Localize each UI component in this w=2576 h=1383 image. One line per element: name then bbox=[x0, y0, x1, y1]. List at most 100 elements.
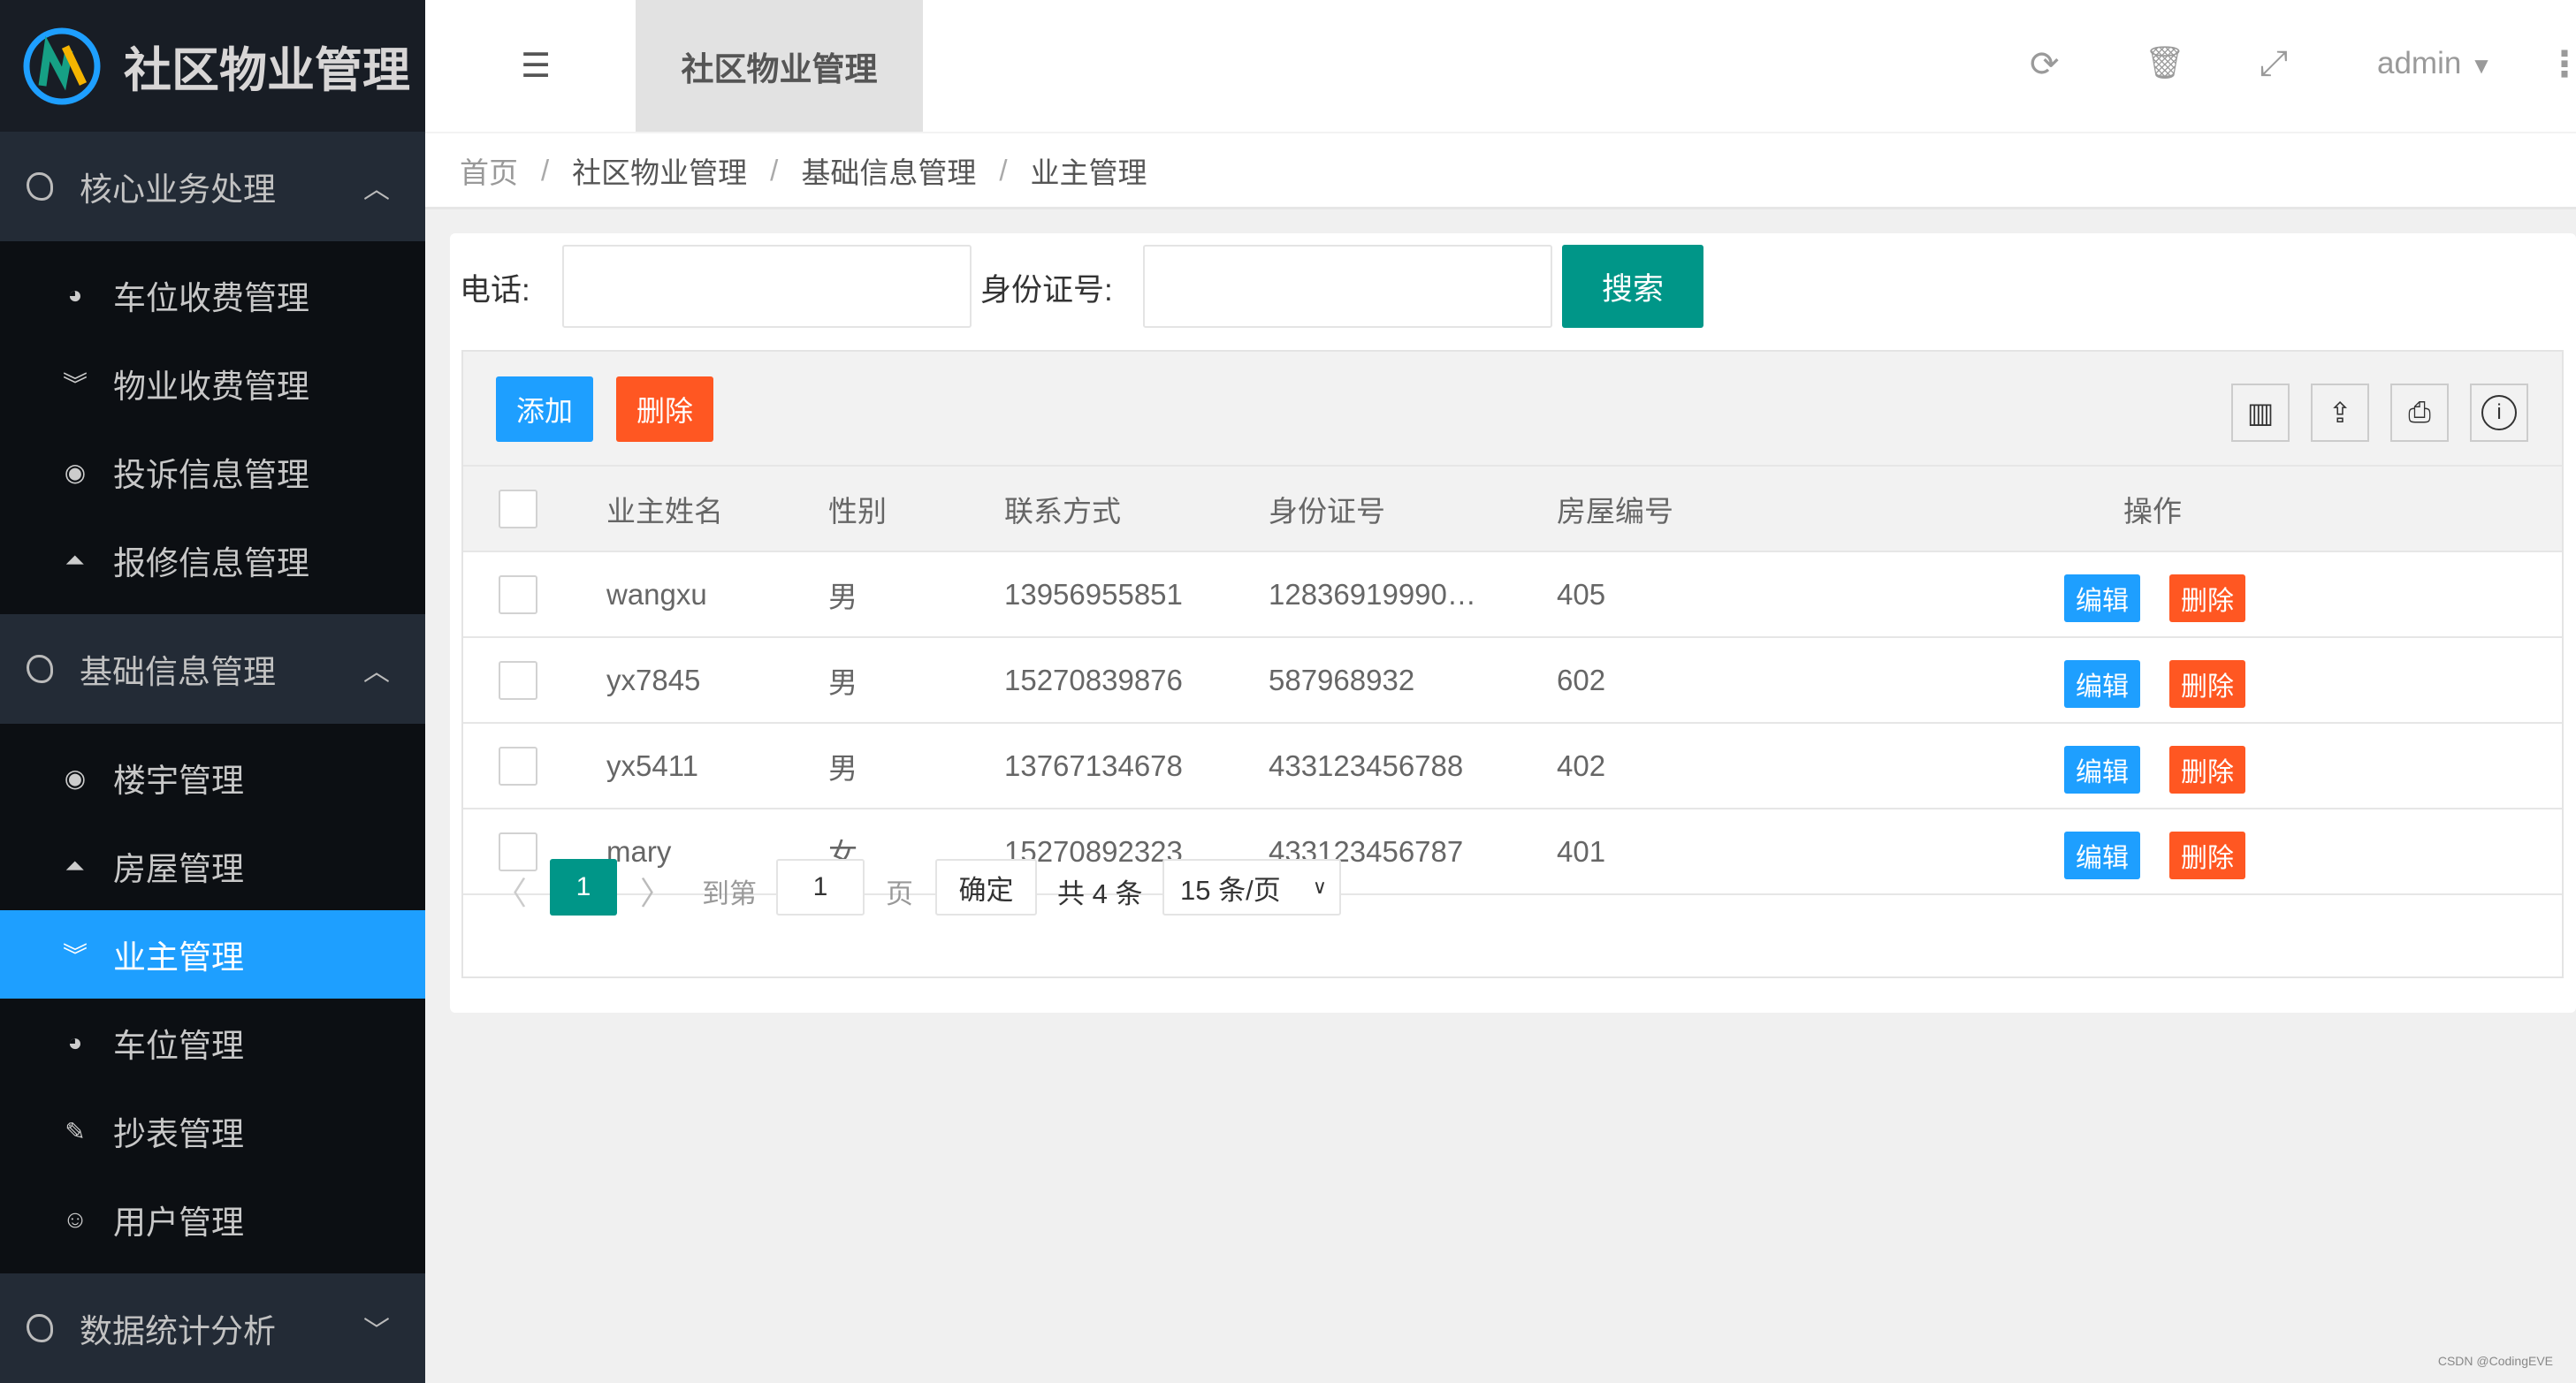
edit-icon: ✎ bbox=[65, 1117, 86, 1145]
menu-collapse-icon[interactable]: ☰ bbox=[521, 46, 551, 86]
phone: 13956955851 bbox=[1004, 577, 1183, 611]
phone: 15270839876 bbox=[1004, 663, 1183, 696]
batch-delete-button[interactable]: 删除 bbox=[616, 376, 713, 442]
chevron-down-icon: ﹀ bbox=[363, 1317, 390, 1346]
id-label: 身份证号: bbox=[980, 273, 1113, 308]
group-icon bbox=[27, 172, 53, 201]
columns-icon[interactable]: ▥ bbox=[2231, 384, 2290, 442]
sidebar-item-label: 车位管理 bbox=[113, 1028, 244, 1064]
edit-button[interactable]: 编辑 bbox=[2064, 660, 2140, 708]
table-toolbar: 添加 删除 ▥ ⇪ ⎙ i bbox=[463, 352, 2562, 467]
row-checkbox[interactable] bbox=[499, 661, 537, 700]
table-row: yx7845 男 15270839876 587968932 602 编辑 删除 bbox=[463, 638, 2562, 724]
target-icon: ◉ bbox=[64, 458, 87, 486]
column-header[interactable]: 联系方式 bbox=[1004, 467, 1121, 551]
delete-button[interactable]: 删除 bbox=[2169, 746, 2245, 794]
total-count: 共 4 条 bbox=[1057, 878, 1143, 909]
logo-icon bbox=[23, 27, 101, 104]
edit-button[interactable]: 编辑 bbox=[2064, 574, 2140, 622]
house-number: 402 bbox=[1557, 748, 1606, 782]
row-checkbox[interactable] bbox=[499, 747, 537, 786]
pagination: 〈 1 〉 到第 页 确定 共 4 条 15 条/页 ∨ bbox=[463, 843, 2562, 929]
sidebar-item[interactable]: ◉ 投诉信息管理 bbox=[0, 428, 425, 516]
fullscreen-icon[interactable]: ⤢ bbox=[2260, 44, 2288, 84]
menu-group-label: 数据统计分析 bbox=[80, 1313, 276, 1349]
up-circle-icon: ⏶ bbox=[65, 545, 86, 574]
menu-group[interactable]: 基础信息管理 ︿ bbox=[0, 614, 425, 724]
sidebar-item[interactable]: ⏶ 报修信息管理 bbox=[0, 516, 425, 604]
breadcrumb-item[interactable]: 基础信息管理 bbox=[801, 149, 976, 192]
breadcrumb-home[interactable]: 首页 bbox=[460, 149, 518, 192]
sidebar-item-label: 业主管理 bbox=[113, 939, 244, 976]
sidebar: 社区物业管理 核心业务处理 ︿ ◕ 车位收费管理 ︾ 物业收费管理 ◉ 投诉信息管理 ⏶ 报修信息… bbox=[0, 0, 425, 1383]
export-icon[interactable]: ⇪ bbox=[2311, 384, 2369, 442]
edit-button[interactable]: 编辑 bbox=[2064, 746, 2140, 794]
sidebar-item-label: 物业收费管理 bbox=[113, 369, 309, 405]
column-header[interactable]: 性别 bbox=[828, 467, 887, 551]
phone-label: 电话: bbox=[460, 273, 530, 308]
tab-home[interactable]: 社区物业管理 bbox=[636, 0, 923, 132]
up-circle-icon: ⏶ bbox=[65, 851, 86, 879]
delete-button[interactable]: 删除 bbox=[2169, 574, 2245, 622]
table-header: 业主姓名 性别 联系方式 身份证号 房屋编号 操作 bbox=[463, 467, 2562, 552]
chevron-up-icon: ︿ bbox=[363, 657, 390, 687]
column-header[interactable]: 业主姓名 bbox=[606, 467, 723, 551]
id-number: 587968932 bbox=[1269, 663, 1415, 696]
chevron-down-icon: ∨ bbox=[1312, 876, 1327, 898]
gender: 男 bbox=[828, 580, 857, 613]
trash-icon[interactable]: 🗑 bbox=[2145, 44, 2185, 81]
group-icon bbox=[27, 1314, 53, 1342]
sidebar-item[interactable]: ✎ 抄表管理 bbox=[0, 1087, 425, 1175]
page-1[interactable]: 1 bbox=[550, 859, 617, 916]
goto-confirm-button[interactable]: 确定 bbox=[935, 859, 1037, 916]
owner-name: yx7845 bbox=[606, 663, 701, 696]
column-header[interactable]: 身份证号 bbox=[1269, 467, 1385, 551]
user-menu[interactable]: admin ▼ bbox=[2377, 46, 2493, 81]
menu-group-label: 核心业务处理 bbox=[80, 171, 276, 208]
next-page-icon[interactable]: 〉 bbox=[640, 868, 672, 914]
sidebar-item[interactable]: ⏶ 房屋管理 bbox=[0, 822, 425, 910]
delete-button[interactable]: 删除 bbox=[2169, 660, 2245, 708]
sidebar-item-label: 房屋管理 bbox=[113, 851, 244, 887]
id-number: 12836919990… bbox=[1269, 577, 1476, 611]
phone-input[interactable] bbox=[562, 245, 972, 328]
sidebar-item[interactable]: ◉ 楼宇管理 bbox=[0, 733, 425, 822]
breadcrumb: 首页 / 社区物业管理 / 基础信息管理 / 业主管理 bbox=[425, 132, 2576, 209]
goto-page-input[interactable] bbox=[776, 859, 865, 916]
more-icon[interactable]: ⋮ bbox=[2547, 44, 2576, 85]
prev-page-icon[interactable]: 〈 bbox=[495, 868, 527, 914]
sidebar-item[interactable]: ◕ 车位收费管理 bbox=[0, 251, 425, 339]
sidebar-item-label: 楼宇管理 bbox=[113, 763, 244, 799]
dashboard-icon: ◕ bbox=[67, 1029, 83, 1056]
group-icon bbox=[27, 655, 53, 683]
add-button[interactable]: 添加 bbox=[496, 376, 593, 442]
search-button[interactable]: 搜索 bbox=[1562, 245, 1703, 328]
sidebar-item[interactable]: ︾ 业主管理 bbox=[0, 910, 425, 999]
double-chevron-down-icon: ︾ bbox=[62, 371, 88, 399]
menu-group[interactable]: 核心业务处理 ︿ bbox=[0, 132, 425, 241]
sidebar-item-label: 抄表管理 bbox=[113, 1116, 244, 1152]
page-label: 页 bbox=[886, 878, 913, 909]
breadcrumb-item[interactable]: 社区物业管理 bbox=[572, 149, 747, 192]
id-input[interactable] bbox=[1143, 245, 1552, 328]
row-checkbox[interactable] bbox=[499, 575, 537, 614]
sidebar-item[interactable]: ︾ 物业收费管理 bbox=[0, 339, 425, 428]
page-size-select[interactable]: 15 条/页 ∨ bbox=[1162, 859, 1341, 916]
refresh-icon[interactable]: ⟳ bbox=[2030, 44, 2060, 85]
sidebar-item-label: 投诉信息管理 bbox=[113, 457, 309, 493]
page-size-value: 15 条/页 bbox=[1180, 874, 1281, 906]
menu-group[interactable]: 数据统计分析 ﹀ bbox=[0, 1273, 425, 1383]
target-icon: ◉ bbox=[64, 764, 87, 792]
print-icon[interactable]: ⎙ bbox=[2390, 384, 2449, 442]
owner-name: yx5411 bbox=[606, 748, 698, 782]
column-header[interactable]: 房屋编号 bbox=[1557, 467, 1673, 551]
user-circle-icon: ☺ bbox=[62, 1205, 88, 1233]
select-all-checkbox[interactable] bbox=[499, 490, 537, 528]
username: admin bbox=[2377, 46, 2462, 80]
sidebar-item[interactable]: ☺ 用户管理 bbox=[0, 1175, 425, 1264]
sidebar-item-label: 报修信息管理 bbox=[113, 545, 309, 581]
info-icon[interactable]: i bbox=[2470, 384, 2528, 442]
sidebar-item[interactable]: ◕ 车位管理 bbox=[0, 999, 425, 1087]
house-number: 602 bbox=[1557, 663, 1606, 696]
id-number: 433123456788 bbox=[1269, 748, 1464, 782]
